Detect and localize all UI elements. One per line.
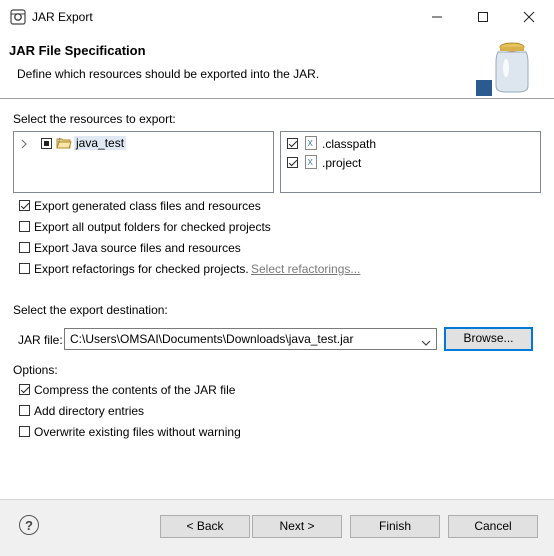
close-button[interactable] bbox=[506, 0, 552, 34]
jar-file-label: JAR file: bbox=[18, 333, 63, 347]
select-refactorings-link[interactable]: Select refactorings... bbox=[251, 262, 360, 276]
jar-file-combo[interactable]: C:\Users\OMSAI\Documents\Downloads\java_… bbox=[64, 328, 437, 350]
destination-label: Select the export destination: bbox=[13, 303, 168, 317]
export-refactorings-label[interactable]: Export refactorings for checked projects… bbox=[34, 262, 249, 276]
classpath-checkbox[interactable] bbox=[287, 138, 298, 149]
next-button[interactable]: Next > bbox=[252, 515, 342, 538]
window-title: JAR Export bbox=[32, 10, 93, 24]
title-bar: JAR Export bbox=[0, 0, 554, 34]
project-checkbox[interactable] bbox=[287, 157, 298, 168]
help-icon[interactable]: ? bbox=[19, 515, 39, 535]
cancel-button[interactable]: Cancel bbox=[448, 515, 538, 538]
resource-file-list[interactable]: X .classpath X .project bbox=[280, 131, 541, 193]
file-item-classpath[interactable]: .classpath bbox=[322, 137, 376, 151]
button-bar: ? < Back Next > Finish Cancel bbox=[0, 500, 554, 556]
export-class-files-label[interactable]: Export generated class files and resourc… bbox=[34, 199, 261, 213]
add-directory-entries-label[interactable]: Add directory entries bbox=[34, 404, 144, 418]
export-output-folders-label[interactable]: Export all output folders for checked pr… bbox=[34, 220, 271, 234]
back-button[interactable]: < Back bbox=[160, 515, 250, 538]
resources-label: Select the resources to export: bbox=[13, 112, 176, 126]
compress-label[interactable]: Compress the contents of the JAR file bbox=[34, 383, 235, 397]
java-test-checkbox[interactable] bbox=[41, 138, 52, 149]
page-description: Define which resources should be exporte… bbox=[17, 67, 320, 81]
project-folder-icon: J bbox=[56, 135, 72, 154]
export-refactorings-checkbox[interactable] bbox=[19, 263, 30, 274]
wizard-header: JAR File Specification Define which reso… bbox=[0, 34, 554, 98]
export-source-files-checkbox[interactable] bbox=[19, 242, 30, 253]
jar-file-input[interactable]: C:\Users\OMSAI\Documents\Downloads\java_… bbox=[70, 332, 353, 346]
resource-tree[interactable]: J java_test bbox=[13, 131, 274, 193]
chevron-down-icon[interactable] bbox=[421, 336, 431, 350]
page-title: JAR File Specification bbox=[9, 43, 146, 58]
chevron-right-icon[interactable] bbox=[20, 138, 28, 152]
svg-text:X: X bbox=[308, 139, 314, 148]
finish-button[interactable]: Finish bbox=[350, 515, 440, 538]
file-item-project[interactable]: .project bbox=[322, 156, 361, 170]
header-separator bbox=[0, 98, 554, 99]
jar-banner-icon bbox=[476, 38, 536, 99]
export-class-files-checkbox[interactable] bbox=[19, 200, 30, 211]
add-directory-entries-checkbox[interactable] bbox=[19, 405, 30, 416]
compress-checkbox[interactable] bbox=[19, 384, 30, 395]
overwrite-files-checkbox[interactable] bbox=[19, 426, 30, 437]
maximize-button[interactable] bbox=[460, 0, 506, 34]
options-label: Options: bbox=[13, 363, 58, 377]
minimize-button[interactable] bbox=[414, 0, 460, 34]
eclipse-app-icon bbox=[10, 9, 26, 28]
file-x-icon: X bbox=[305, 155, 317, 172]
export-output-folders-checkbox[interactable] bbox=[19, 221, 30, 232]
overwrite-files-label[interactable]: Overwrite existing files without warning bbox=[34, 425, 241, 439]
svg-text:X: X bbox=[308, 158, 314, 167]
tree-item-java-test[interactable]: java_test bbox=[74, 136, 127, 150]
file-x-icon: X bbox=[305, 136, 317, 153]
browse-button[interactable]: Browse... bbox=[444, 327, 533, 351]
export-source-files-label[interactable]: Export Java source files and resources bbox=[34, 241, 241, 255]
